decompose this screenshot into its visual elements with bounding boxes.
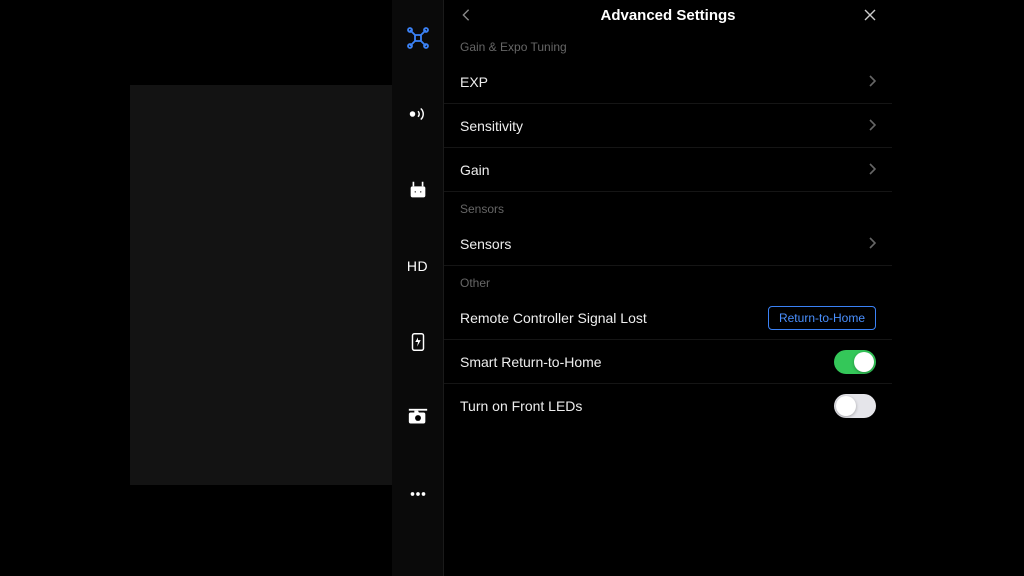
row-label: Turn on Front LEDs <box>460 398 582 414</box>
aircraft-tab-icon[interactable] <box>404 24 432 52</box>
front-leds-toggle[interactable] <box>834 394 876 418</box>
row-exp[interactable]: EXP <box>444 60 892 104</box>
hd-label: HD <box>407 258 428 274</box>
settings-panel: Advanced Settings Gain & Expo Tuning EXP… <box>444 0 892 576</box>
close-button[interactable] <box>860 5 880 25</box>
more-tab-icon[interactable] <box>404 480 432 508</box>
settings-sidebar: HD <box>392 0 444 576</box>
row-label: Gain <box>460 162 490 178</box>
hd-tab-icon[interactable]: HD <box>404 252 432 280</box>
chevron-right-icon <box>868 236 876 252</box>
panel-header: Advanced Settings <box>444 0 892 30</box>
toggle-knob <box>836 396 856 416</box>
chevron-right-icon <box>868 74 876 90</box>
row-front-leds: Turn on Front LEDs <box>444 384 892 428</box>
gimbal-tab-icon[interactable] <box>404 404 432 432</box>
smart-rth-toggle[interactable] <box>834 350 876 374</box>
chevron-right-icon <box>868 162 876 178</box>
section-gain-expo-label: Gain & Expo Tuning <box>444 30 892 60</box>
background-preview <box>130 85 392 485</box>
row-label: Sensitivity <box>460 118 523 134</box>
row-sensitivity[interactable]: Sensitivity <box>444 104 892 148</box>
controller-tab-icon[interactable] <box>404 176 432 204</box>
section-sensors-label: Sensors <box>444 192 892 222</box>
row-label: Smart Return-to-Home <box>460 354 602 370</box>
page-title: Advanced Settings <box>600 7 735 24</box>
battery-tab-icon[interactable] <box>404 328 432 356</box>
row-label: Remote Controller Signal Lost <box>460 310 647 326</box>
back-button[interactable] <box>456 5 476 25</box>
toggle-knob <box>854 352 874 372</box>
row-smart-rth: Smart Return-to-Home <box>444 340 892 384</box>
chevron-right-icon <box>868 118 876 134</box>
row-signal-lost: Remote Controller Signal Lost Return-to-… <box>444 296 892 340</box>
section-other-label: Other <box>444 266 892 296</box>
signal-lost-action-button[interactable]: Return-to-Home <box>768 306 876 330</box>
row-gain[interactable]: Gain <box>444 148 892 192</box>
row-sensors[interactable]: Sensors <box>444 222 892 266</box>
row-label: EXP <box>460 74 488 90</box>
row-label: Sensors <box>460 236 511 252</box>
signal-tab-icon[interactable] <box>404 100 432 128</box>
